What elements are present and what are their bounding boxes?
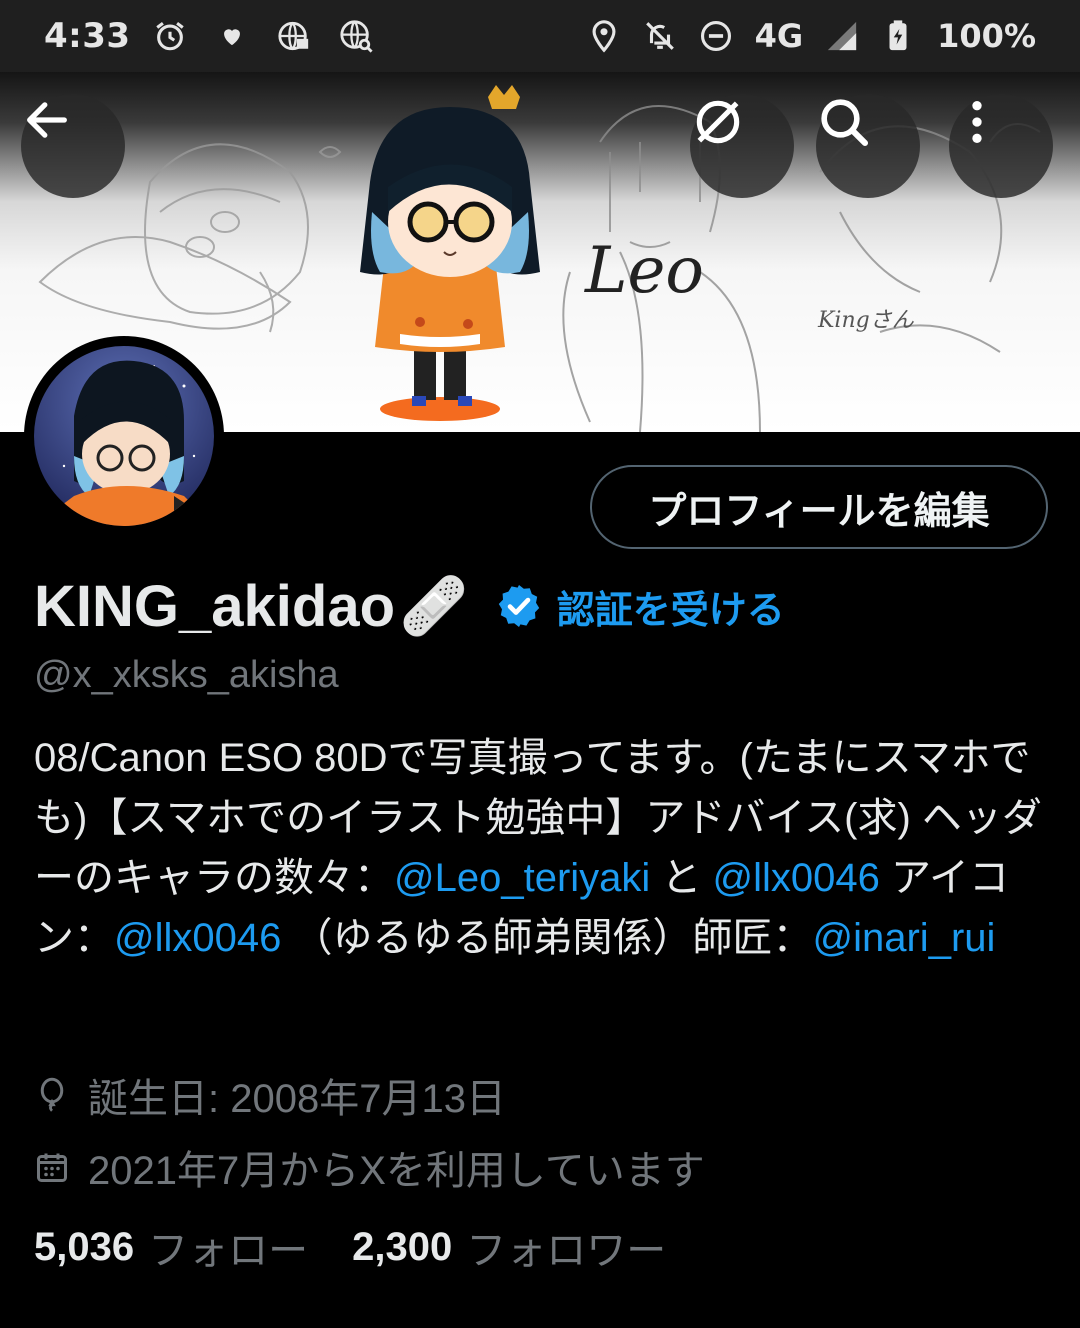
user-handle: @x_xksks_akisha [34,654,339,696]
joined-text: 2021年7月からXを利用しています [88,1149,705,1193]
heart-icon [223,29,240,46]
vpn-globe-icon [277,21,308,51]
banner-small-signature: Kingさん [817,308,915,333]
calendar-icon [37,1153,67,1182]
location-icon [592,20,616,53]
birthday-row: 誕生日: 2008年7月13日 [34,1066,506,1124]
get-verified-label[interactable]: 認証を受ける [557,579,785,634]
battery-percent: 100% [937,17,1036,55]
status-bar: 4:33 4G 100% [0,0,1080,72]
status-time: 4:33 [44,16,131,56]
follow-stats: 5,036 フォロー 2,300 フォロワー [34,1218,710,1276]
bio-mention-leo-teriyaki[interactable]: @Leo_teriyaki [394,856,650,900]
more-button[interactable] [949,94,1053,198]
back-button[interactable] [21,94,125,198]
more-vertical-icon [972,101,982,143]
search-icon [821,99,869,147]
verified-badge-icon [498,585,539,627]
signal-icon [827,21,857,51]
globe-search-icon [339,20,373,53]
bio-mention-llx0046[interactable]: @llx0046 [114,916,281,960]
balloon-icon [40,1077,64,1112]
avatar-image [34,346,214,526]
avatar[interactable] [24,336,224,536]
bio-text: と [650,856,713,900]
followers-count[interactable]: 2,300 [352,1225,452,1270]
alarm-icon [155,22,184,51]
grok-button[interactable] [690,94,794,198]
network-type: 4G [754,17,804,55]
edit-profile-button[interactable]: プロフィールを編集 [590,465,1048,549]
followers-label[interactable]: フォロワー [466,1218,666,1276]
birthday-text: 誕生日: 2008年7月13日 [88,1077,506,1121]
banner-signature: Leo [584,234,704,308]
following-label[interactable]: フォロー [148,1218,308,1276]
following-count[interactable]: 5,036 [34,1225,134,1270]
name-row: KING_akidao 🩹 認証を受ける [34,566,785,646]
arrow-left-icon [27,102,67,138]
bandage-emoji: 🩹 [399,574,469,639]
bio-mention-llx0046[interactable]: @llx0046 [713,856,880,900]
search-button[interactable] [816,94,920,198]
display-name: KING_akidao [34,573,395,639]
bio-text: （ゆるゆる師弟関係）師匠： [281,916,813,960]
joined-row: 2021年7月からXを利用しています [34,1138,705,1196]
notifications-off-icon [645,22,674,50]
chibi-character [360,85,540,421]
profile-bio: 08/Canon ESO 80Dで写真撮ってます。(たまにスマホでも)【スマホで… [34,728,1044,968]
no-circle-icon [696,100,740,144]
bio-mention-inari-rui[interactable]: @inari_rui [813,916,996,960]
get-verified-link[interactable]: 認証を受ける [495,579,785,634]
battery-icon [889,20,907,51]
do-not-disturb-icon [700,20,731,52]
